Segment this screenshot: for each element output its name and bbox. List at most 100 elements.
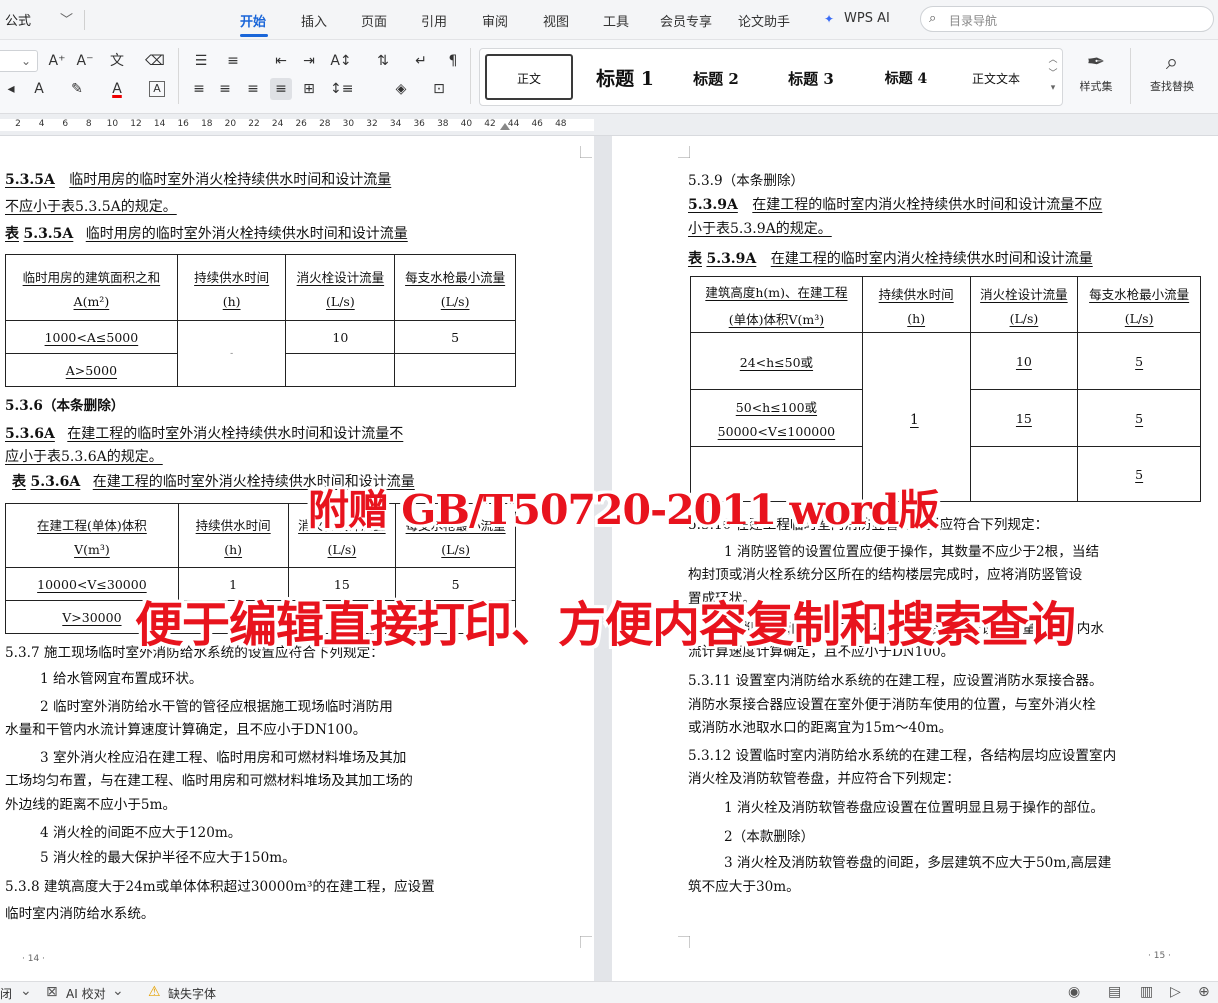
tab-start[interactable]: 开始 (240, 11, 266, 30)
grow-font-icon[interactable]: A⁺ (46, 50, 68, 72)
ruler-number: 16 (177, 119, 189, 129)
pinyin-icon[interactable]: 文 (106, 50, 128, 72)
justify-icon[interactable]: ≡ (270, 78, 292, 100)
divider (1130, 48, 1131, 104)
style-gallery-scroll[interactable]: ︿ ﹀ ▾ (1046, 53, 1060, 95)
find-replace-button[interactable]: ⌕ 查找替换 (1140, 48, 1204, 94)
style-normal[interactable]: 正文 (485, 54, 573, 100)
ruler-number: 48 (555, 119, 567, 129)
promo-overlay-text: 附赠 GB/T50720-2011 word版 (308, 486, 939, 534)
style-gallery: 正文 标题 1 标题 2 标题 3 标题 4 正文文本 ︿ ﹀ ▾ (479, 48, 1063, 106)
text-direction-icon[interactable]: A↕ (330, 50, 352, 72)
page-view-icon[interactable]: ▤ (1108, 984, 1121, 1000)
text-effect-icon[interactable]: ◂ (0, 78, 22, 100)
horizontal-ruler[interactable]: 2 4 6 8 10 12 14 16 18 20 22 24 26 28 30 32 34 36 38 40 42 44… (0, 114, 1218, 136)
paragraph-icon[interactable]: ¶ (442, 50, 464, 72)
table-header: 每支水枪最小流量 (L/s) (394, 254, 516, 321)
formula-menu[interactable]: 公式 (5, 10, 31, 29)
table-cell: 10 (969, 332, 1079, 390)
tab-page[interactable]: 页面 (361, 11, 387, 30)
nav-search-box[interactable]: ⌕ 目录导航 (920, 6, 1214, 32)
ruler-number: 12 (130, 119, 142, 129)
clause-text: 消防水泵接合器应设置在室外便于消防车使用的位置，与室外消火栓 (688, 697, 1096, 713)
tab-thesis-assistant[interactable]: 论文助手 (738, 11, 790, 30)
tab-wps-ai[interactable]: WPS AI (844, 11, 890, 26)
sort-icon[interactable]: ⇅ (372, 50, 394, 72)
tab-insert[interactable]: 插入 (301, 11, 327, 30)
ai-check-button[interactable]: AI 校对 (66, 985, 106, 1002)
table-header: 持续供水时间 (h) (176, 254, 287, 321)
page-15: 5.3.9（本条删除） 5.3.9A 在建工程的临时室内消火栓持续供水时间和设计… (612, 136, 1218, 981)
indent-marker[interactable] (500, 123, 510, 130)
style-body-text[interactable]: 正文文本 (960, 64, 1032, 94)
magnifier-icon: ⌕ (1165, 50, 1179, 75)
numbered-list-icon[interactable]: ≡ (222, 50, 244, 72)
style-heading-4[interactable]: 标题 4 (870, 64, 942, 94)
text-outline-icon[interactable]: A (28, 78, 50, 100)
clause-text: 5.3.11 设置室内消防给水系统的在建工程，应设置消防水泵接合器。 (688, 673, 1103, 689)
play-icon[interactable]: ▷ (1170, 984, 1181, 1000)
tab-review[interactable]: 审阅 (482, 11, 508, 30)
paragraph: 2 临时室外消防给水干管的管径应根据施工现场临时消防用 (40, 699, 393, 715)
decrease-indent-icon[interactable]: ⇤ (270, 50, 292, 72)
table-title: 在建工程的临时室内消火栓持续供水时间和设计流量 (770, 251, 1093, 267)
show-marks-icon[interactable]: ↵ (410, 50, 432, 72)
tab-reference[interactable]: 引用 (421, 11, 447, 30)
style-heading-1[interactable]: 标题 1 (585, 64, 665, 94)
shrink-font-icon[interactable]: A⁻ (74, 50, 96, 72)
style-heading-3[interactable]: 标题 3 (775, 64, 847, 94)
shading-icon[interactable]: ◈ (390, 78, 412, 100)
clear-format-icon[interactable]: ⌫ (144, 50, 166, 72)
active-tab-indicator (240, 34, 268, 37)
tab-view[interactable]: 视图 (543, 11, 569, 30)
table-5-3-9a: 建筑高度h(m)、在建工程 (单体)体积V(m³) 持续供水时间 (h) 消火栓设计… (690, 276, 1201, 502)
align-left-icon[interactable]: ≡ (188, 78, 210, 100)
borders-icon[interactable]: ⊡ (428, 78, 450, 100)
clause-text: 小于表5.3.9A的规定。 (688, 221, 832, 237)
tab-tools[interactable]: 工具 (603, 11, 629, 30)
font-color-icon[interactable]: A (106, 78, 128, 100)
clause-text: 不应小于表5.3.5A的规定。 (5, 199, 177, 215)
char-border-icon[interactable]: A (149, 81, 165, 97)
increase-indent-icon[interactable]: ⇥ (298, 50, 320, 72)
missing-font-button[interactable]: 缺失字体 (168, 985, 216, 1002)
table-cell: 5 (1077, 446, 1201, 502)
status-item[interactable]: 闭 (0, 985, 12, 1002)
ruler-number: 10 (106, 119, 119, 129)
status-bar: 闭 ⌄ ⊠ AI 校对 ⌄ ⚠ 缺失字体 ◉ ▤ ▥ ▷ ⊕ (0, 981, 1218, 1003)
distribute-icon[interactable]: ⊞ (298, 78, 320, 100)
wps-ai-icon: ✦ (824, 12, 835, 26)
paragraph: 3 消火栓及消防软管卷盘的间距，多层建筑不应大于50m,高层建 (724, 855, 1112, 871)
table-header: 建筑高度h(m)、在建工程 (单体)体积V(m³) (690, 276, 863, 333)
chevron-down-icon[interactable]: ⌄ (20, 983, 32, 999)
chevron-down-icon[interactable]: ⌄ (112, 983, 124, 999)
style-set-button[interactable]: ✒ 样式集 (1068, 48, 1124, 94)
paragraph: 筑不应大于30m。 (688, 879, 800, 895)
paragraph: 4 消火栓的间距不应大于120m。 (40, 825, 242, 841)
clause-text: 或消防水池取水口的距离宜为15m～40m。 (688, 720, 953, 736)
align-center-icon[interactable]: ≡ (214, 78, 236, 100)
line-spacing-icon[interactable]: ↕≡ (330, 78, 353, 100)
clause-number: 5.3.9A (688, 197, 738, 213)
highlight-icon[interactable]: ✎ (66, 78, 88, 100)
book-view-icon[interactable]: ▥ (1140, 984, 1153, 1000)
style-heading-2[interactable]: 标题 2 (680, 64, 752, 94)
clause-text: 5.3.6（本条删除） (5, 398, 125, 414)
chevron-down-icon[interactable]: ﹀ (60, 9, 73, 28)
table-header: 消火栓设计流量 (L/s) (969, 276, 1079, 333)
table-header: 每支水枪最小流量 (L/s) (1077, 276, 1201, 333)
ruler-number: 34 (389, 119, 402, 129)
clause-text: 临时室内消防给水系统。 (5, 906, 155, 922)
paragraph: 1 消火栓及消防软管卷盘应设置在位置明显且易于操作的部位。 (724, 800, 1104, 816)
ribbon-toolbar: ⌄ A⁺ A⁻ 文 ⌫ ◂ A ✎ A A ☰ ≡ ⇤ ⇥ A↕ ⇅ ↵ ¶ ≡… (0, 40, 1218, 114)
align-right-icon[interactable]: ≡ (242, 78, 264, 100)
tab-member[interactable]: 会员专享 (660, 11, 712, 30)
table-cell: 10 (285, 320, 396, 354)
ruler-number: 42 (484, 119, 496, 129)
ruler-number: 6 (62, 119, 69, 129)
bullet-list-icon[interactable]: ☰ (190, 50, 212, 72)
eye-icon[interactable]: ◉ (1068, 984, 1080, 1000)
web-view-icon[interactable]: ⊕ (1198, 984, 1210, 1000)
table-cell (394, 353, 516, 387)
font-size-select[interactable]: ⌄ (0, 50, 38, 72)
